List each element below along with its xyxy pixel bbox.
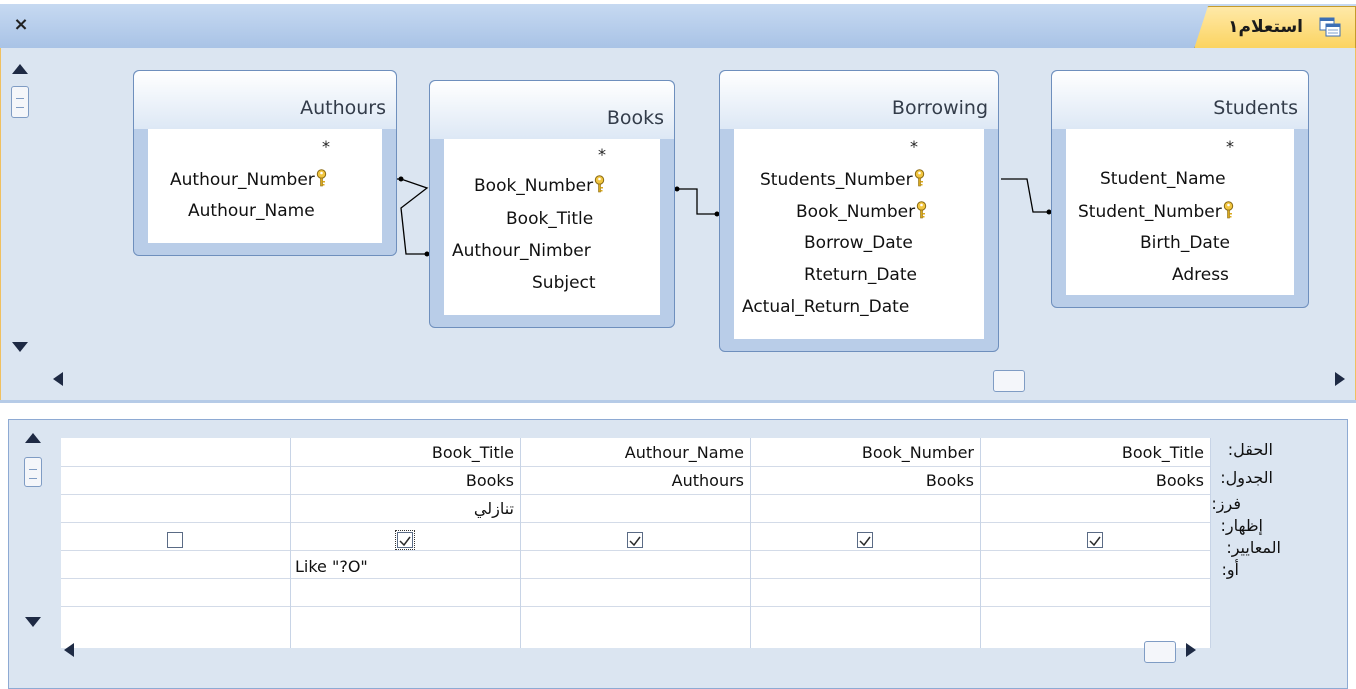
horizontal-scroll-thumb[interactable] [993, 370, 1025, 392]
field-item[interactable]: Book_Title [506, 209, 593, 229]
grid-horizontal-scroll-thumb[interactable] [1144, 641, 1176, 663]
show-checkbox[interactable] [167, 532, 183, 548]
show-checkbox[interactable] [395, 530, 415, 550]
grid-sort-cell[interactable]: تنازلي [474, 499, 514, 518]
grid-field-cell[interactable]: Book_Title [432, 443, 514, 462]
table-borrowing[interactable]: Borrowing * Students_Number Book_Number … [719, 70, 999, 352]
field-item[interactable]: Borrow_Date [804, 233, 913, 253]
field-item[interactable]: Rteturn_Date [804, 265, 917, 285]
table-header: Students [1052, 71, 1308, 129]
table-students[interactable]: Students * Student_Name Student_Number B… [1051, 70, 1309, 308]
field-item[interactable]: Actual_Return_Date [742, 297, 909, 317]
show-checkbox[interactable] [857, 532, 873, 548]
grid-column-5[interactable] [61, 438, 291, 648]
field-item[interactable]: Book_Number [474, 175, 605, 196]
all-fields-star[interactable]: * [598, 145, 606, 164]
all-fields-star[interactable]: * [322, 137, 330, 156]
grid-criteria-cell[interactable]: Like "?O" [295, 557, 368, 576]
grid-field-cell[interactable]: Book_Title [1122, 443, 1204, 462]
field-item[interactable]: Authour_Nimber [452, 241, 591, 261]
scroll-up-arrow-icon[interactable] [25, 433, 41, 443]
field-item[interactable]: Subject [532, 273, 596, 293]
grid-column-2[interactable]: Book_Number Books [751, 438, 981, 648]
primary-key-icon [594, 175, 605, 193]
grid-column-3[interactable]: Authour_Name Authours [521, 438, 751, 648]
table-authours[interactable]: Authours * Authour_Number Authour_Name [133, 70, 397, 256]
show-checkbox[interactable] [1087, 532, 1103, 548]
field-list[interactable]: * Authour_Number Authour_Name [148, 129, 382, 243]
check-icon [629, 536, 641, 547]
close-button[interactable]: × [10, 14, 32, 36]
scroll-left-arrow-icon[interactable] [53, 372, 63, 386]
grid-table-cell[interactable]: Books [466, 471, 514, 490]
table-header: Authours [134, 71, 396, 129]
row-label-sort: فرز: [1211, 494, 1241, 513]
check-icon [1089, 536, 1101, 547]
table-name: Borrowing [891, 97, 988, 119]
primary-key-icon [316, 169, 327, 187]
grid-table-cell[interactable]: Books [1156, 471, 1204, 490]
query-tab-label: استعلام١ [1228, 17, 1303, 37]
field-item[interactable]: Adress [1172, 265, 1229, 285]
field-item[interactable]: Authour_Number [170, 169, 327, 190]
grid-vertical-scrollbar[interactable] [22, 431, 48, 631]
query-grid-pane: Book_Title Books Book_Number Books Autho… [0, 400, 1356, 689]
grid-horizontal-scrollbar[interactable] [58, 639, 1208, 665]
grid-column-1[interactable]: Book_Title Books [981, 438, 1211, 648]
field-item[interactable]: Book_Number [796, 201, 927, 222]
query-icon [1319, 17, 1341, 37]
scroll-left-arrow-icon[interactable] [64, 643, 74, 657]
design-horizontal-scrollbar[interactable] [41, 366, 1351, 396]
all-fields-star[interactable]: * [1226, 137, 1234, 156]
check-icon [859, 536, 871, 547]
row-label-table: الجدول: [1220, 468, 1273, 487]
field-list[interactable]: * Students_Number Book_Number Borrow_Dat… [734, 129, 984, 339]
design-grid[interactable]: Book_Title Books Book_Number Books Autho… [61, 438, 1211, 648]
relation-borrowing-students [1001, 178, 1051, 213]
table-name: Books [606, 107, 664, 129]
document-title-bar: × استعلام١ [0, 0, 1356, 49]
row-label-or: أو: [1221, 560, 1239, 579]
grid-vertical-scroll-thumb[interactable] [24, 457, 42, 487]
field-item[interactable]: Authour_Name [188, 201, 315, 221]
grid-column-4[interactable]: Book_Title Books تنازلي Like "?O" [291, 438, 521, 648]
primary-key-icon [1223, 201, 1233, 219]
table-name: Students [1213, 97, 1298, 119]
title-bar-band [0, 4, 1356, 49]
scroll-right-arrow-icon[interactable] [1335, 372, 1345, 386]
row-label-show: إظهار: [1220, 516, 1263, 535]
primary-key-icon [916, 201, 927, 219]
show-checkbox[interactable] [627, 532, 643, 548]
table-header: Borrowing [720, 71, 998, 129]
field-item[interactable]: Student_Name [1100, 169, 1226, 189]
table-books[interactable]: Books * Book_Number Book_Title Authour_N… [429, 80, 675, 328]
field-list[interactable]: * Student_Name Student_Number Birth_Date… [1066, 129, 1294, 295]
check-icon [399, 536, 411, 547]
row-label-criteria: المعايير: [1226, 538, 1281, 557]
row-label-field: الحقل: [1227, 440, 1273, 459]
grid-table-cell[interactable]: Books [926, 471, 974, 490]
field-item[interactable]: Students_Number [760, 169, 925, 190]
table-name: Authours [300, 97, 386, 119]
query-design-pane: Authours * Authour_Number Authour_Name B… [0, 48, 1356, 400]
query-document-tab[interactable]: استعلام١ [1194, 6, 1356, 49]
table-header: Books [430, 81, 674, 139]
scroll-right-arrow-icon[interactable] [1186, 643, 1196, 657]
grid-field-cell[interactable]: Book_Number [862, 443, 974, 462]
scroll-down-arrow-icon[interactable] [25, 617, 41, 627]
field-item[interactable]: Student_Number [1078, 201, 1234, 222]
grid-table-cell[interactable]: Authours [672, 471, 744, 490]
primary-key-icon [914, 169, 924, 187]
all-fields-star[interactable]: * [910, 137, 918, 156]
field-list[interactable]: * Book_Number Book_Title Authour_Nimber … [444, 139, 660, 315]
grid-field-cell[interactable]: Authour_Name [625, 443, 744, 462]
relation-books-borrowing [674, 188, 719, 215]
field-item[interactable]: Birth_Date [1140, 233, 1230, 253]
